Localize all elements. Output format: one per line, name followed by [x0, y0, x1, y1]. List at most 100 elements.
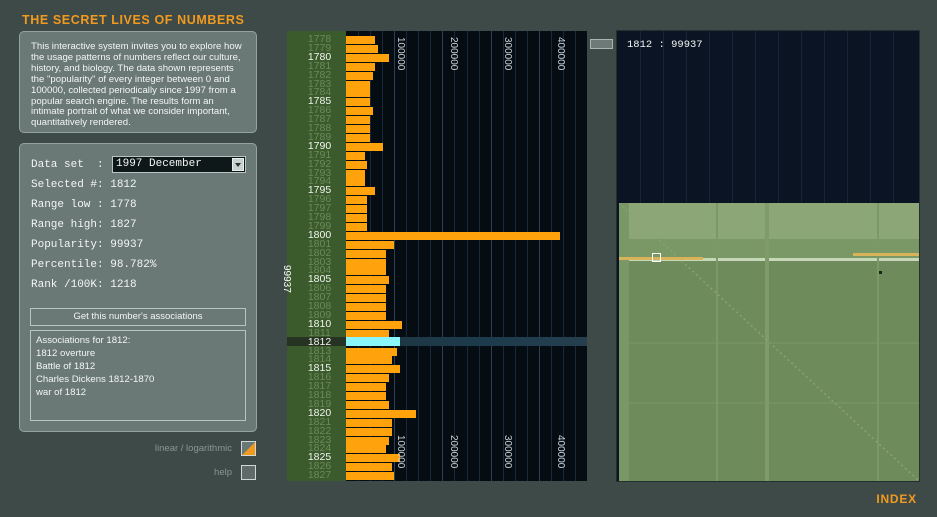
bar-1810[interactable]: [346, 320, 402, 329]
density-texture: [619, 203, 919, 481]
bar-1818[interactable]: [346, 392, 386, 400]
range-low-value: 1778: [110, 199, 137, 211]
year-axis: 1778 1779 1780 1781 1782 1783 1784 1785 1786 1787…: [287, 31, 346, 481]
bar-plot-area[interactable]: 100000 200000 300000 400000 100000 200000 3000…: [346, 31, 587, 481]
bar-1798[interactable]: [346, 214, 367, 222]
bar-1825[interactable]: [346, 454, 400, 463]
bar-1807[interactable]: [346, 294, 386, 303]
bar-1792[interactable]: [346, 160, 367, 169]
gridline: [575, 31, 576, 481]
bar-1805[interactable]: [346, 276, 389, 285]
intro-text: This interactive system invites you to e…: [19, 31, 257, 133]
bar-1819[interactable]: [346, 400, 389, 409]
bar-1809[interactable]: [346, 311, 386, 320]
popularity-bar-chart[interactable]: 1778 1779 1780 1781 1782 1783 1784 1785 1786 1787…: [287, 31, 587, 481]
map-column-line: [847, 31, 848, 203]
associations-list: Associations for 1812: 1812 overture Bat…: [30, 330, 246, 421]
map-column-line: [801, 31, 802, 203]
number-density-map[interactable]: 1812 : 99937: [617, 31, 919, 481]
scale-toggle[interactable]: [241, 441, 256, 456]
bar-1824[interactable]: [346, 445, 386, 454]
bar-1822[interactable]: [346, 427, 392, 436]
dataset-select[interactable]: 1997 December: [112, 156, 246, 173]
bar-1779[interactable]: [346, 44, 378, 53]
map-column-line: [893, 31, 894, 203]
bar-1786[interactable]: [346, 107, 373, 116]
map-selection-cursor[interactable]: [652, 253, 661, 262]
bar-1790[interactable]: [346, 142, 383, 151]
help-button[interactable]: [241, 465, 256, 480]
x-tick-label: 400000: [555, 435, 566, 469]
rank-row: Rank /100K: 1218: [31, 279, 137, 293]
bar-1801[interactable]: [346, 240, 394, 249]
map-column-line: [686, 31, 687, 203]
map-column-line: [778, 31, 779, 203]
percentile-row: Percentile: 98.782%: [31, 259, 156, 273]
gridline: [503, 31, 504, 481]
x-tick-label: 100000: [395, 435, 406, 469]
gridline: [442, 31, 443, 481]
bar-1816[interactable]: [346, 374, 389, 383]
rank-value: 1218: [110, 279, 137, 291]
bar-1782[interactable]: [346, 71, 373, 80]
panel-toggle-button[interactable]: [590, 39, 613, 49]
bar-1780[interactable]: [346, 53, 389, 62]
bar-1821[interactable]: [346, 418, 392, 427]
bar-1794[interactable]: [346, 178, 365, 187]
bar-1817[interactable]: [346, 383, 386, 392]
x-tick-label: 100000: [395, 37, 406, 71]
map-readout: 1812 : 99937: [627, 39, 703, 51]
x-tick-label: 200000: [448, 435, 459, 469]
gridline: [527, 31, 528, 481]
bar-1804[interactable]: [346, 267, 386, 276]
popularity-value: 99937: [110, 239, 144, 251]
bar-1800[interactable]: [346, 231, 560, 240]
bar-1820[interactable]: [346, 409, 416, 418]
bar-1783[interactable]: [346, 80, 370, 89]
bar-1778[interactable]: [346, 36, 375, 44]
x-tick-label: 300000: [502, 435, 513, 469]
x-tick-label: 200000: [448, 37, 459, 71]
dataset-select-value: 1997 December: [116, 158, 202, 170]
bar-1785[interactable]: [346, 98, 370, 107]
popularity-label: Popularity:: [31, 239, 104, 251]
bar-1813[interactable]: [346, 347, 397, 356]
selected-bar[interactable]: [346, 336, 400, 346]
app-title: THE SECRET LIVES OF NUMBERS: [22, 13, 245, 27]
bar-1793[interactable]: [346, 169, 365, 178]
chevron-down-icon[interactable]: [232, 158, 244, 171]
bar-1827[interactable]: [346, 472, 394, 481]
bar-1791[interactable]: [346, 151, 365, 160]
gridline: [467, 31, 468, 481]
bar-1826[interactable]: [346, 463, 392, 472]
bar-1796[interactable]: [346, 196, 367, 205]
bar-1802[interactable]: [346, 249, 386, 258]
map-column-line: [709, 31, 710, 203]
bar-1788[interactable]: [346, 125, 370, 133]
map-column-line: [824, 31, 825, 203]
bar-1787[interactable]: [346, 116, 370, 125]
bar-1806[interactable]: [346, 285, 386, 294]
bar-1803[interactable]: [346, 258, 386, 267]
bar-1823[interactable]: [346, 436, 389, 445]
bar-1789[interactable]: [346, 133, 370, 142]
x-tick-label: 300000: [502, 37, 513, 71]
gridline: [454, 31, 455, 481]
bar-1781[interactable]: [346, 62, 375, 71]
association-item: Charles Dickens 1812-1870: [36, 374, 155, 386]
bar-1797[interactable]: [346, 205, 367, 214]
get-associations-button[interactable]: Get this number's associations: [30, 308, 246, 326]
bar-1795[interactable]: [346, 187, 375, 196]
percentile-label: Percentile:: [31, 259, 104, 271]
bar-1815[interactable]: [346, 365, 400, 374]
density-field[interactable]: [619, 203, 919, 481]
association-item: 1812 overture: [36, 348, 96, 360]
selected-bar-value: 99937: [281, 265, 292, 293]
index-link[interactable]: INDEX: [876, 492, 917, 506]
selected-number-row: Selected #: 1812: [31, 179, 137, 193]
bar-1814[interactable]: [346, 356, 392, 365]
map-column-line: [640, 31, 641, 203]
bar-1799[interactable]: [346, 222, 367, 231]
bar-1808[interactable]: [346, 303, 386, 311]
bar-1784[interactable]: [346, 89, 370, 98]
